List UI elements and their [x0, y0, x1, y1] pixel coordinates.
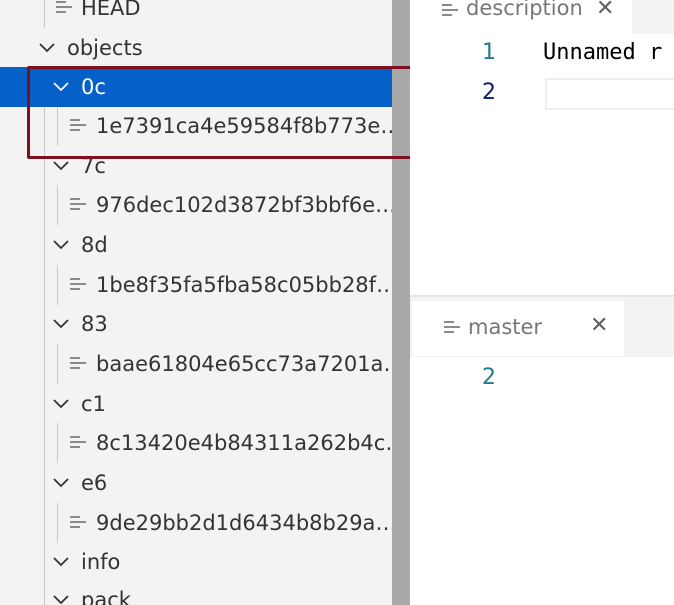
- tree-file-item[interactable]: baae61804e65cc73a7201a72...: [0, 344, 392, 384]
- close-icon[interactable]: ✕: [590, 313, 608, 338]
- tree-item-label: HEAD: [81, 0, 141, 20]
- tab-label: description: [466, 0, 583, 20]
- tree-folder-objects[interactable]: objects: [0, 28, 392, 68]
- tree-folder-info[interactable]: info: [0, 542, 392, 582]
- file-lines-icon: [70, 198, 86, 214]
- file-lines-icon: [70, 516, 86, 532]
- chevron-down-icon: [37, 37, 57, 57]
- tree-file-item[interactable]: 1be8f35fa5fba58c05bb28f1c...: [0, 265, 392, 305]
- chevron-down-icon: [51, 472, 71, 492]
- chevron-down-icon: [51, 589, 71, 605]
- tree-file-item[interactable]: 9de29bb2d1d6434b8b29ae7...: [0, 503, 392, 543]
- tree-file-label: 9de29bb2d1d6434b8b29ae7...: [96, 511, 392, 535]
- tab-label: master: [468, 315, 543, 339]
- tree-file-label: 976dec102d3872bf3bbf6e4d...: [96, 193, 392, 217]
- tree-folder-label: 83: [81, 312, 108, 336]
- chevron-down-icon: [51, 313, 71, 333]
- highlight-box: [27, 66, 418, 159]
- close-icon[interactable]: ✕: [596, 0, 614, 21]
- current-line-highlight: [545, 78, 674, 110]
- tree-folder-8d[interactable]: 8d: [0, 225, 392, 265]
- tree-folder-label: c1: [81, 392, 106, 416]
- tab-description[interactable]: description ✕: [410, 0, 632, 34]
- tab-master[interactable]: master ✕: [412, 301, 624, 356]
- line-number: 2: [482, 80, 496, 105]
- file-lines-icon: [56, 1, 72, 17]
- line-number: 2: [482, 365, 496, 390]
- tree-folder-label: objects: [67, 36, 143, 60]
- tree-item-head[interactable]: HEAD: [0, 0, 392, 28]
- file-lines-icon: [444, 321, 460, 337]
- tree-file-label: 8c13420e4b84311a262b4cbf...: [96, 431, 392, 455]
- code-line: Unnamed r: [543, 40, 663, 65]
- tree-folder-label: 8d: [81, 233, 108, 257]
- tree-folder-label: pack: [81, 588, 131, 605]
- editor-area: description ✕ 1 Unnamed r 2 master ✕ 2: [410, 0, 674, 605]
- tree-file-label: 1be8f35fa5fba58c05bb28f1c...: [96, 273, 392, 297]
- tree-file-label: baae61804e65cc73a7201a72...: [96, 352, 392, 376]
- chevron-down-icon: [51, 393, 71, 413]
- file-lines-icon: [442, 4, 458, 20]
- tree-folder-label: info: [81, 550, 121, 574]
- tree-folder-pack[interactable]: pack: [0, 580, 392, 605]
- chevron-down-icon: [51, 551, 71, 571]
- tree-folder-label: e6: [81, 471, 108, 495]
- line-number: 1: [482, 40, 496, 65]
- file-lines-icon: [70, 278, 86, 294]
- tree-file-item[interactable]: 976dec102d3872bf3bbf6e4d...: [0, 185, 392, 225]
- tree-file-item[interactable]: 8c13420e4b84311a262b4cbf...: [0, 423, 392, 463]
- file-lines-icon: [70, 357, 86, 373]
- tree-folder-e6[interactable]: e6: [0, 463, 392, 503]
- chevron-down-icon: [51, 234, 71, 254]
- file-lines-icon: [70, 436, 86, 452]
- tree-folder-83[interactable]: 83: [0, 304, 392, 344]
- tree-folder-c1[interactable]: c1: [0, 384, 392, 424]
